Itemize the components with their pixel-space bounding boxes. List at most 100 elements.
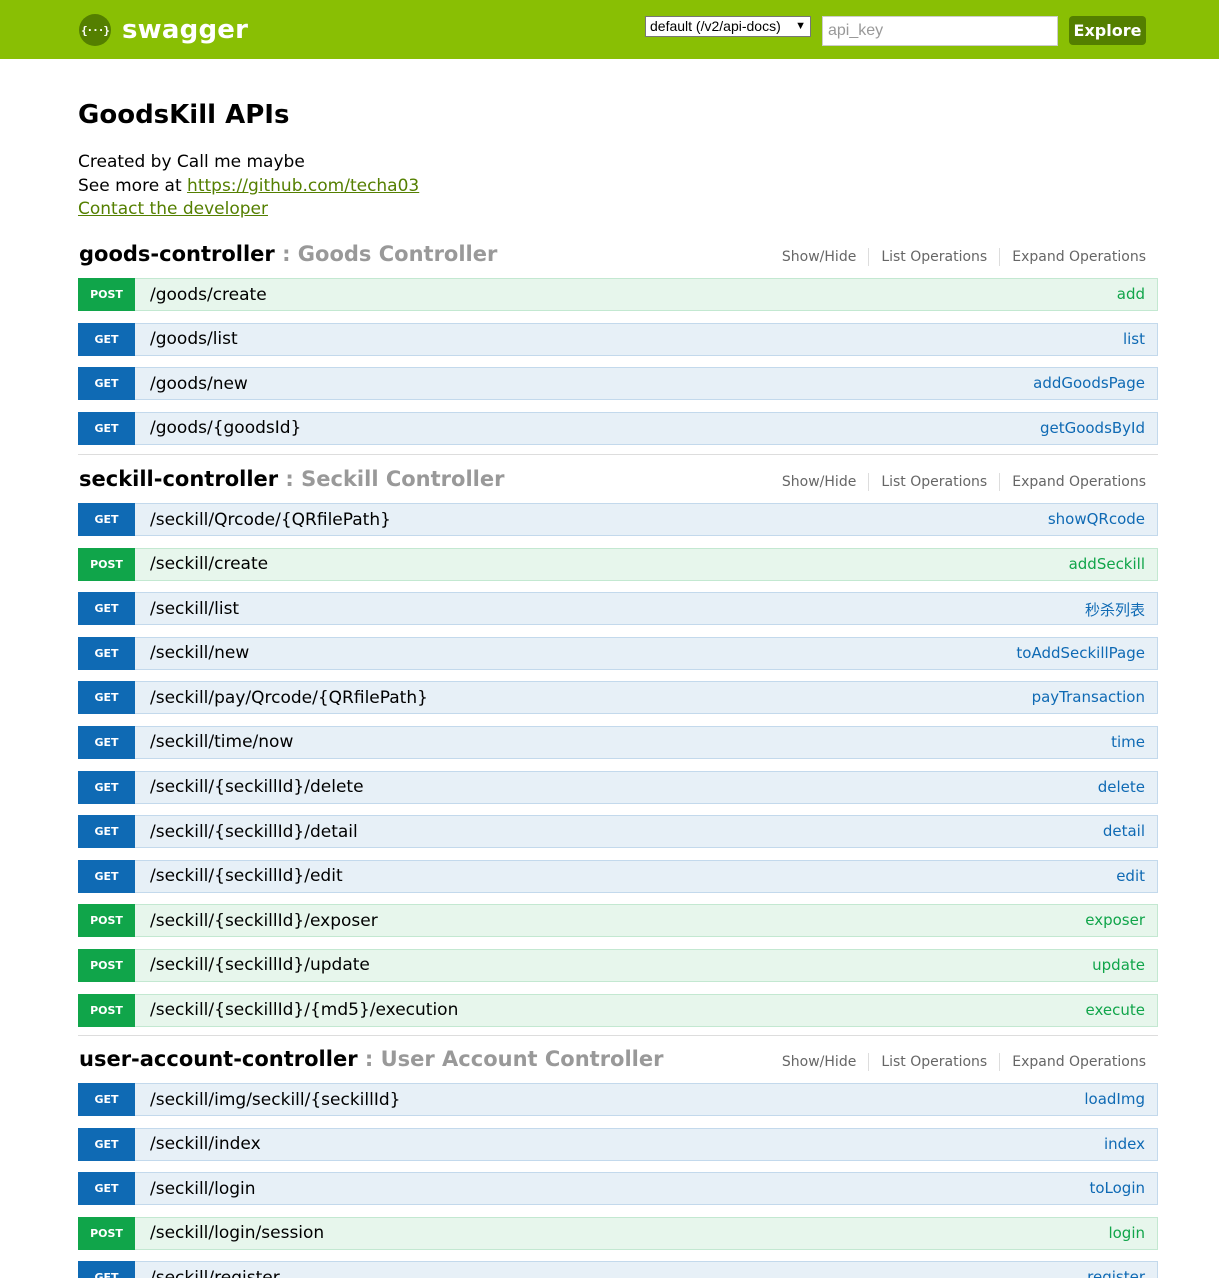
operation-row[interactable]: GET/seckill/register register xyxy=(78,1261,1158,1278)
operation-path[interactable]: /seckill/new xyxy=(150,643,249,663)
github-link[interactable]: https://github.com/techa03 xyxy=(187,176,419,196)
operation-path[interactable]: /seckill/create xyxy=(150,554,268,574)
operation-path[interactable]: /goods/create xyxy=(150,285,267,305)
operation-row[interactable]: POST/seckill/login/session login xyxy=(78,1216,1158,1250)
operation-path[interactable]: /seckill/login/session xyxy=(150,1223,324,1243)
operation-path[interactable]: /seckill/{seckillId}/edit xyxy=(150,866,343,886)
operation-row[interactable]: GET/seckill/{seckillId}/detail detail xyxy=(78,815,1158,849)
operation-summary[interactable]: toAddSeckillPage xyxy=(1016,644,1145,662)
operation-row[interactable]: GET/goods/list list xyxy=(78,322,1158,356)
http-method-badge[interactable]: GET xyxy=(78,1127,135,1161)
http-method-badge[interactable]: GET xyxy=(78,859,135,893)
http-method-badge[interactable]: GET xyxy=(78,770,135,804)
operation-summary[interactable]: login xyxy=(1108,1224,1145,1242)
resource-title[interactable]: user-account-controller : User Account C… xyxy=(79,1047,663,1071)
operation-summary[interactable]: execute xyxy=(1086,1001,1145,1019)
operation-summary[interactable]: add xyxy=(1117,285,1145,303)
operation-row[interactable]: GET/seckill/new toAddSeckillPage xyxy=(78,636,1158,670)
show-hide-link[interactable]: Show/Hide xyxy=(770,473,870,491)
operation-summary[interactable]: detail xyxy=(1103,822,1145,840)
operation-path[interactable]: /goods/list xyxy=(150,329,238,349)
http-method-badge[interactable]: GET xyxy=(78,367,135,401)
list-operations-link[interactable]: List Operations xyxy=(869,248,1001,266)
http-method-badge[interactable]: GET xyxy=(78,592,135,626)
operation-row[interactable]: POST/seckill/{seckillId}/exposer exposer xyxy=(78,904,1158,938)
operation-path[interactable]: /seckill/Qrcode/{QRfilePath} xyxy=(150,510,391,530)
operation-summary[interactable]: register xyxy=(1087,1268,1145,1278)
operation-row[interactable]: GET/seckill/pay/Qrcode/{QRfilePath} payTr… xyxy=(78,681,1158,715)
http-method-badge[interactable]: GET xyxy=(78,725,135,759)
resource-title[interactable]: seckill-controller : Seckill Controller xyxy=(79,467,504,491)
operation-path[interactable]: /seckill/register xyxy=(150,1268,280,1278)
operation-row[interactable]: GET/seckill/{seckillId}/delete delete xyxy=(78,770,1158,804)
operation-summary[interactable]: exposer xyxy=(1085,911,1145,929)
api-key-input[interactable] xyxy=(822,16,1058,46)
contact-developer-link[interactable]: Contact the developer xyxy=(78,199,268,219)
explore-button[interactable]: Explore xyxy=(1069,16,1146,45)
operation-row[interactable]: GET/seckill/login toLogin xyxy=(78,1172,1158,1206)
operation-summary[interactable]: time xyxy=(1111,733,1145,751)
operation-summary[interactable]: toLogin xyxy=(1089,1179,1145,1197)
operation-summary[interactable]: loadImg xyxy=(1084,1090,1145,1108)
http-method-badge[interactable]: GET xyxy=(78,322,135,356)
operation-path[interactable]: /goods/new xyxy=(150,374,248,394)
operation-summary[interactable]: edit xyxy=(1116,867,1145,885)
operation-path[interactable]: /goods/{goodsId} xyxy=(150,418,301,438)
operation-summary[interactable]: 秒杀列表 xyxy=(1085,599,1145,620)
operation-summary[interactable]: update xyxy=(1092,956,1145,974)
operation-path[interactable]: /seckill/{seckillId}/{md5}/execution xyxy=(150,1000,458,1020)
http-method-badge[interactable]: GET xyxy=(78,1172,135,1206)
operation-summary[interactable]: list xyxy=(1123,330,1145,348)
operation-path[interactable]: /seckill/list xyxy=(150,599,239,619)
list-operations-link[interactable]: List Operations xyxy=(869,473,1001,491)
expand-operations-link[interactable]: Expand Operations xyxy=(1000,248,1158,266)
http-method-badge[interactable]: POST xyxy=(78,278,135,311)
show-hide-link[interactable]: Show/Hide xyxy=(770,248,870,266)
operation-path[interactable]: /seckill/login xyxy=(150,1179,256,1199)
http-method-badge[interactable]: GET xyxy=(78,815,135,849)
http-method-badge[interactable]: POST xyxy=(78,993,135,1027)
http-method-badge[interactable]: GET xyxy=(78,411,135,445)
operation-row[interactable]: GET/seckill/{seckillId}/edit edit xyxy=(78,859,1158,893)
operation-row[interactable]: GET/seckill/img/seckill/{seckillId} loadI… xyxy=(78,1083,1158,1116)
swagger-logo[interactable]: {···} swagger xyxy=(79,14,248,46)
operation-path[interactable]: /seckill/img/seckill/{seckillId} xyxy=(150,1090,400,1110)
operation-row[interactable]: GET/goods/new addGoodsPage xyxy=(78,367,1158,401)
operation-summary[interactable]: payTransaction xyxy=(1032,688,1145,706)
http-method-badge[interactable]: POST xyxy=(78,904,135,938)
http-method-badge[interactable]: POST xyxy=(78,948,135,982)
operation-summary[interactable]: showQRcode xyxy=(1048,510,1145,528)
http-method-badge[interactable]: GET xyxy=(78,1261,135,1278)
expand-operations-link[interactable]: Expand Operations xyxy=(1000,473,1158,491)
operation-summary[interactable]: index xyxy=(1104,1135,1145,1153)
operation-path[interactable]: /seckill/{seckillId}/delete xyxy=(150,777,364,797)
operation-row[interactable]: GET/seckill/Qrcode/{QRfilePath} showQRcod… xyxy=(78,503,1158,536)
operation-summary[interactable]: getGoodsById xyxy=(1040,419,1145,437)
operation-path[interactable]: /seckill/pay/Qrcode/{QRfilePath} xyxy=(150,688,428,708)
operation-path[interactable]: /seckill/{seckillId}/detail xyxy=(150,822,358,842)
operation-row[interactable]: GET/goods/{goodsId} getGoodsById xyxy=(78,411,1158,445)
operation-row[interactable]: POST/seckill/create addSeckill xyxy=(78,547,1158,581)
http-method-badge[interactable]: GET xyxy=(78,681,135,715)
http-method-badge[interactable]: GET xyxy=(78,636,135,670)
operation-summary[interactable]: addGoodsPage xyxy=(1033,374,1145,392)
http-method-badge[interactable]: GET xyxy=(78,1083,135,1116)
http-method-badge[interactable]: POST xyxy=(78,1216,135,1250)
list-operations-link[interactable]: List Operations xyxy=(869,1053,1001,1071)
http-method-badge[interactable]: GET xyxy=(78,503,135,536)
operation-path[interactable]: /seckill/{seckillId}/exposer xyxy=(150,911,378,931)
operation-row[interactable]: GET/seckill/list 秒杀列表 xyxy=(78,592,1158,626)
operation-row[interactable]: POST/goods/create add xyxy=(78,278,1158,311)
operation-path[interactable]: /seckill/{seckillId}/update xyxy=(150,955,370,975)
show-hide-link[interactable]: Show/Hide xyxy=(770,1053,870,1071)
operation-summary[interactable]: delete xyxy=(1098,778,1145,796)
spec-select[interactable]: default (/v2/api-docs) ▼ xyxy=(645,16,811,37)
operation-path[interactable]: /seckill/index xyxy=(150,1134,261,1154)
operation-row[interactable]: POST/seckill/{seckillId}/update update xyxy=(78,948,1158,982)
expand-operations-link[interactable]: Expand Operations xyxy=(1000,1053,1158,1071)
resource-title[interactable]: goods-controller : Goods Controller xyxy=(79,242,497,266)
operation-summary[interactable]: addSeckill xyxy=(1069,555,1145,573)
operation-row[interactable]: GET/seckill/index index xyxy=(78,1127,1158,1161)
operation-path[interactable]: /seckill/time/now xyxy=(150,732,293,752)
operation-row[interactable]: GET/seckill/time/now time xyxy=(78,725,1158,759)
